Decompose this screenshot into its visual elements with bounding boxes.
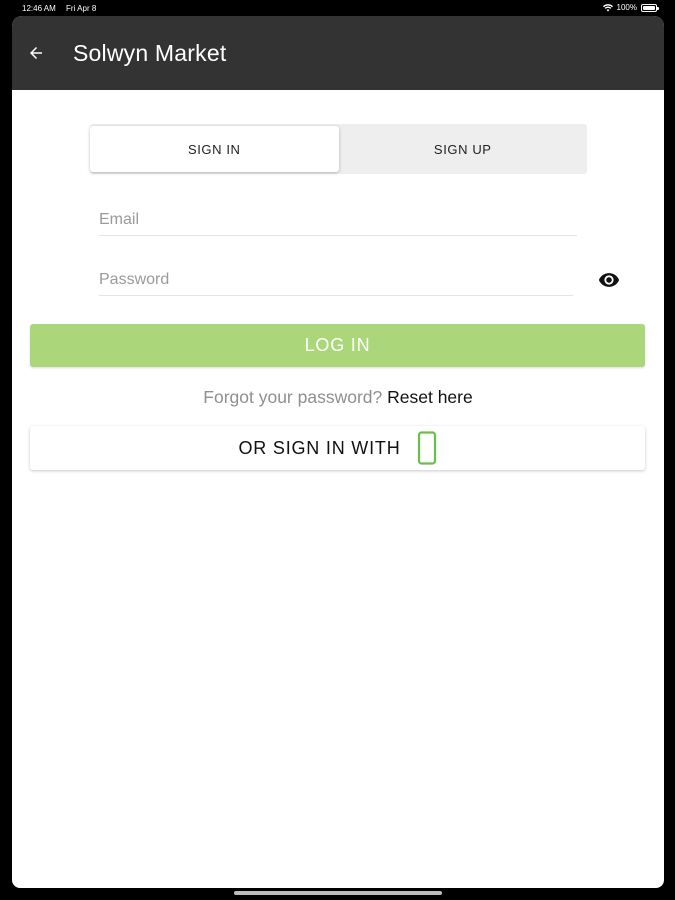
alt-signin-button[interactable]: OR SIGN IN WITH — [30, 426, 645, 470]
battery-icon — [641, 3, 659, 12]
reset-password-link[interactable]: Reset here — [387, 387, 473, 407]
eye-icon — [598, 273, 620, 287]
phone-icon — [417, 431, 436, 465]
tab-sign-up[interactable]: SIGN UP — [339, 124, 588, 174]
email-field-wrapper — [99, 204, 577, 236]
login-button[interactable]: LOG IN — [30, 324, 645, 367]
status-date: Fri Apr 8 — [66, 4, 97, 13]
home-indicator — [234, 891, 442, 895]
app-bar: Solwyn Market — [12, 16, 664, 90]
forgot-password: Forgot your password? Reset here — [12, 387, 664, 408]
status-left: 12:46 AM Fri Apr 8 — [22, 4, 104, 13]
app-window: Solwyn Market SIGN IN SIGN UP LOG IN For… — [12, 16, 664, 888]
wifi-icon — [602, 3, 613, 11]
tab-sign-in[interactable]: SIGN IN — [90, 126, 339, 172]
arrow-left-icon — [30, 47, 42, 59]
auth-tabs: SIGN IN SIGN UP — [90, 124, 587, 174]
back-button[interactable] — [26, 43, 46, 63]
password-field[interactable] — [99, 271, 573, 289]
toggle-password-visibility-button[interactable] — [597, 268, 621, 292]
status-bar: 12:46 AM Fri Apr 8 100% — [0, 0, 675, 16]
page-title: Solwyn Market — [73, 39, 227, 66]
alt-signin-label: OR SIGN IN WITH — [238, 437, 401, 458]
email-field[interactable] — [99, 211, 577, 229]
status-right: 100% — [602, 3, 659, 12]
password-field-wrapper — [99, 264, 573, 296]
forgot-password-prompt: Forgot your password? — [203, 387, 383, 407]
battery-percent: 100% — [616, 3, 637, 12]
status-time: 12:46 AM — [22, 4, 56, 13]
